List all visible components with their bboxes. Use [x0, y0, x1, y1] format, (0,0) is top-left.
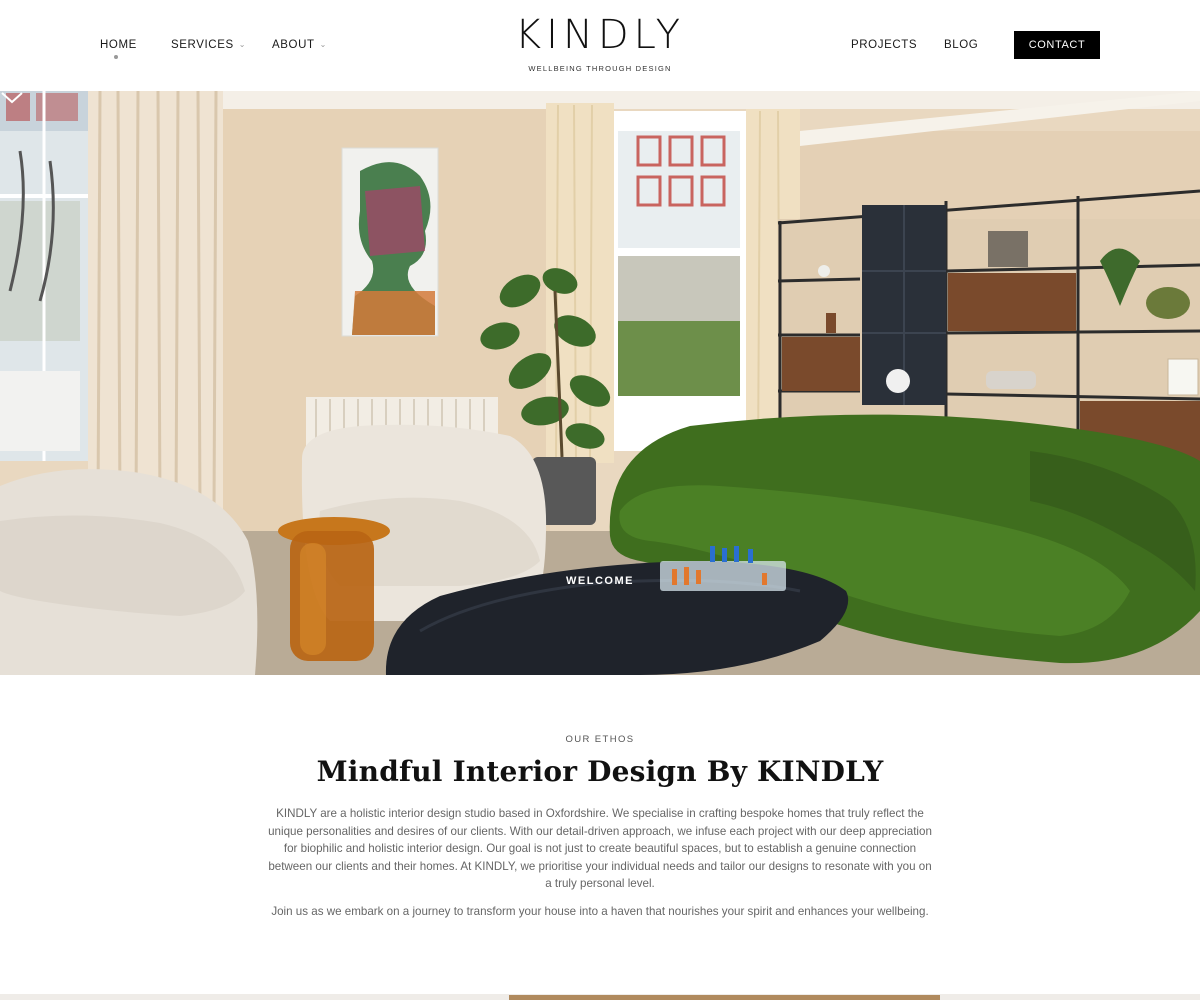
section-title: Mindful Interior Design By KINDLY — [316, 755, 884, 788]
intro-paragraph: KINDLY are a holistic interior design st… — [268, 807, 932, 891]
nav-projects[interactable]: PROJECTS — [851, 39, 917, 51]
nav-blog[interactable]: BLOG — [944, 39, 978, 51]
contact-button[interactable]: CONTACT — [1014, 31, 1100, 59]
chevron-down-icon[interactable] — [0, 91, 24, 105]
closing-paragraph: Join us as we embark on a journey to tra… — [271, 905, 929, 918]
ethos-section: OUR ETHOS Mindful Interior Design By KIN… — [0, 675, 1200, 1000]
welcome-label[interactable]: WELCOME — [0, 575, 1200, 587]
next-section-image — [509, 995, 940, 1000]
hero-image: WELCOME — [0, 91, 1200, 675]
logo-tagline: WELLBEING THROUGH DESIGN — [528, 64, 672, 73]
site-header: HOME SERVICES ⌄ ABOUT ⌄ KINDLY WELLBEING T… — [0, 0, 1200, 91]
next-section-preview — [0, 994, 1200, 1000]
section-eyebrow: OUR ETHOS — [565, 734, 635, 745]
living-room-photo — [0, 91, 1200, 675]
